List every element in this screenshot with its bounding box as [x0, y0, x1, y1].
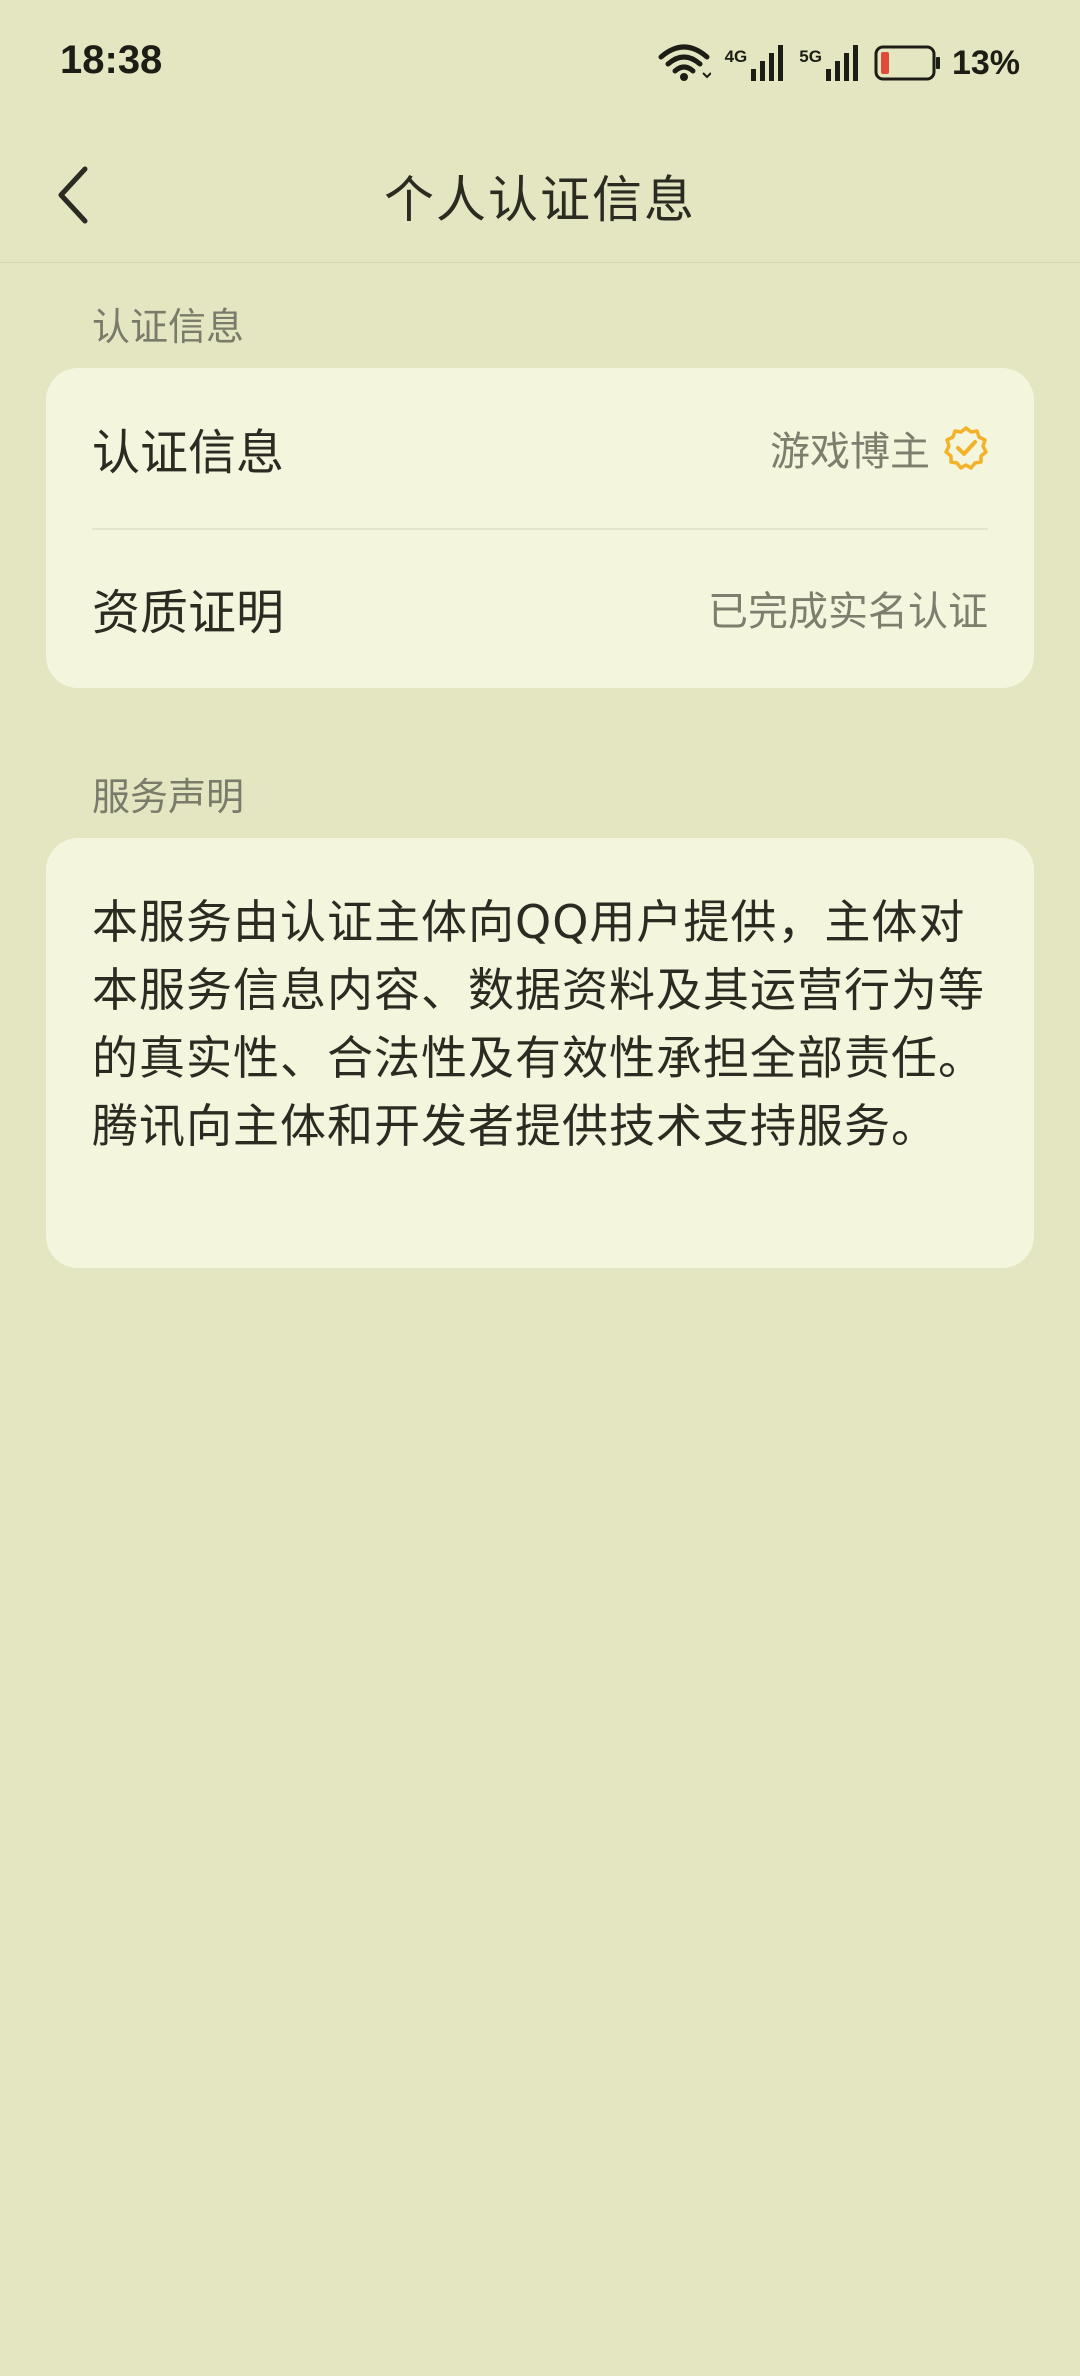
page-title: 个人认证信息 [384, 171, 696, 229]
battery-low-icon [874, 45, 942, 81]
qualification-value: 已完成实名认证 [708, 589, 988, 635]
qualification-label: 资质证明 [92, 585, 285, 641]
wifi-icon [657, 43, 711, 83]
certification-card: 认证信息 游戏博主 资质证明 已完成实名认证 [46, 368, 1034, 688]
cert-info-row[interactable]: 认证信息 游戏博主 [46, 368, 1034, 528]
net-5g-label: 5G [799, 47, 822, 66]
qualification-row[interactable]: 资质证明 已完成实名认证 [46, 528, 1034, 688]
status-time: 18:38 [60, 38, 163, 82]
battery-percent: 13% [951, 43, 1020, 82]
cert-info-value-wrap: 游戏博主 [770, 419, 988, 477]
service-statement-card: 本服务由认证主体向QQ用户提供，主体对本服务信息内容、数据资料及其运营行为等的真… [46, 838, 1034, 1268]
cell-signal-4g-icon: 4G [725, 43, 786, 83]
service-statement-text: 本服务由认证主体向QQ用户提供，主体对本服务信息内容、数据资料及其运营行为等的真… [92, 895, 985, 1153]
service-section-label: 服务声明 [92, 775, 245, 819]
verified-badge-icon [944, 426, 988, 470]
cell-signal-5g-icon: 5G [799, 43, 860, 83]
net-4g-label: 4G [724, 47, 748, 66]
cert-info-value: 游戏博主 [770, 429, 930, 475]
status-icons: 4G 5G 13% [643, 36, 1020, 90]
cert-info-label: 认证信息 [92, 425, 285, 481]
certification-section-label: 认证信息 [92, 305, 245, 349]
status-bar: 18:38 4G 5G 13% [0, 0, 1080, 130]
nav-bar: 个人认证信息 [0, 130, 1080, 263]
